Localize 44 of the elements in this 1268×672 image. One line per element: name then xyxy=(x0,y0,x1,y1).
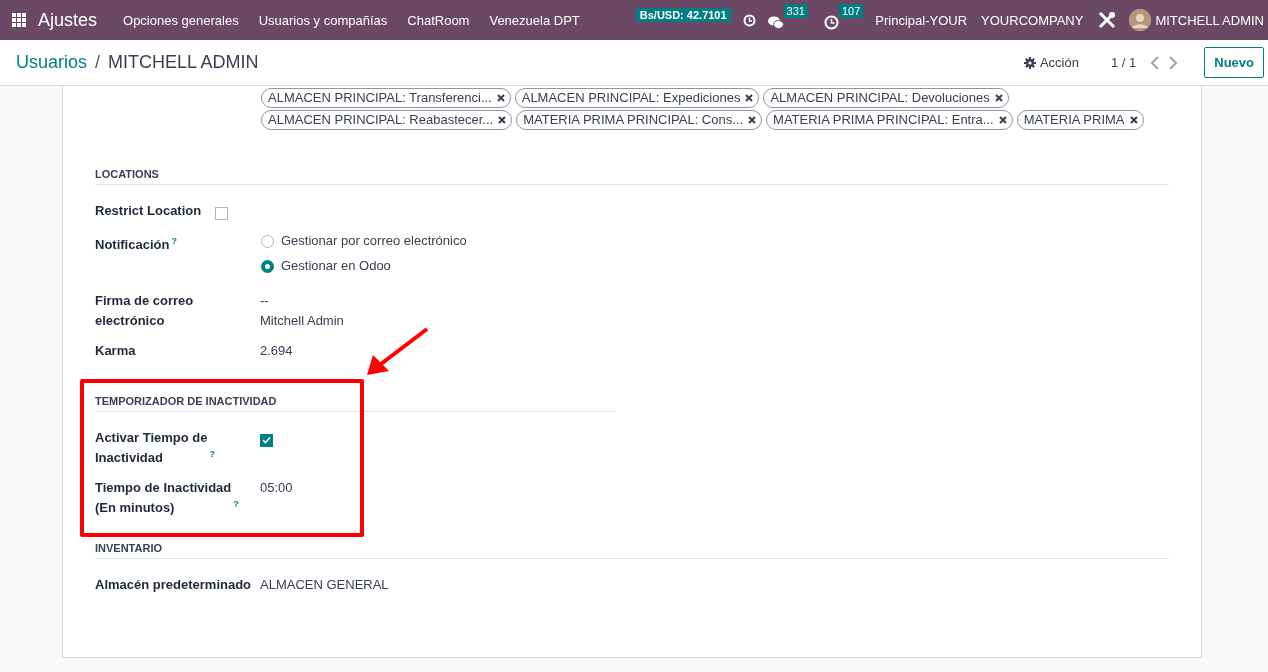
pager-value[interactable]: 1 / 1 xyxy=(1110,55,1137,70)
menu-item[interactable]: Venezuela DPT xyxy=(489,12,580,28)
tag-label: MATERIA PRIMA xyxy=(1023,112,1125,128)
radio-label[interactable]: Gestionar por correo electrónico xyxy=(281,231,467,251)
branch-switcher[interactable]: Principal-YOUR xyxy=(875,12,968,28)
activity-count: 107 xyxy=(838,4,864,18)
message-count: 331 xyxy=(783,4,808,18)
field-value: 2.694 xyxy=(260,342,294,360)
tag-label: ALMACEN PRINCIPAL: Transferenci... xyxy=(268,90,492,106)
field-label: Notificación xyxy=(95,236,170,255)
action-menu[interactable]: Acción xyxy=(1023,55,1079,70)
help-mark[interactable]: ? xyxy=(209,448,215,459)
menu-item[interactable]: ChatRoom xyxy=(407,12,470,28)
field-value: 05:00 xyxy=(260,479,294,497)
field-value: -- xyxy=(260,292,270,310)
section-title: TEMPORIZADOR DE INACTIVIDAD xyxy=(95,395,616,412)
new-button[interactable]: Nuevo xyxy=(1204,47,1264,78)
breadcrumb-link[interactable]: Usuarios xyxy=(16,52,88,73)
section-title: LOCATIONS xyxy=(95,168,1169,185)
app-name[interactable]: Ajustes xyxy=(38,9,98,31)
field-label: Activar Tiempo de Inactividad xyxy=(95,429,208,467)
help-mark[interactable]: ? xyxy=(171,236,177,246)
menu-item[interactable]: Opciones generales xyxy=(123,12,239,28)
tag-label: ALMACEN PRINCIPAL: Expediciones xyxy=(521,90,741,106)
field-label: Tiempo de Inactividad (En minutos) xyxy=(95,479,232,517)
record-title: MITCHELL ADMIN xyxy=(108,52,259,73)
field-label: Firma de correo electrónico xyxy=(95,292,194,330)
user-name[interactable]: MITCHELL ADMIN xyxy=(1155,12,1264,28)
field-label: Restrict Location xyxy=(95,202,202,220)
breadcrumb-separator: / xyxy=(95,52,101,73)
tag-label: MATERIA PRIMA PRINCIPAL: Entra... xyxy=(773,112,994,128)
radio-label[interactable]: Gestionar en Odoo xyxy=(281,256,391,276)
tag-label: ALMACEN PRINCIPAL: Reabastecer... xyxy=(268,112,494,128)
company-switcher[interactable]: YOURCOMPANY xyxy=(981,12,1084,28)
field-value: ALMACEN GENERAL xyxy=(260,576,390,594)
tag-label: MATERIA PRIMA PRINCIPAL: Cons... xyxy=(523,112,744,128)
field-label: Karma xyxy=(95,342,136,360)
exchange-rate-badge: Bs/USD: 42.7101 xyxy=(635,8,731,22)
field-value: Mitchell Admin xyxy=(260,312,345,330)
help-mark[interactable]: ? xyxy=(233,498,239,509)
menu-item[interactable]: Usuarios y compañías xyxy=(258,12,388,28)
tag-label: ALMACEN PRINCIPAL: Devoluciones xyxy=(770,90,990,106)
field-label: Almacén predeterminado xyxy=(95,576,252,594)
section-title: INVENTARIO xyxy=(95,542,1169,559)
